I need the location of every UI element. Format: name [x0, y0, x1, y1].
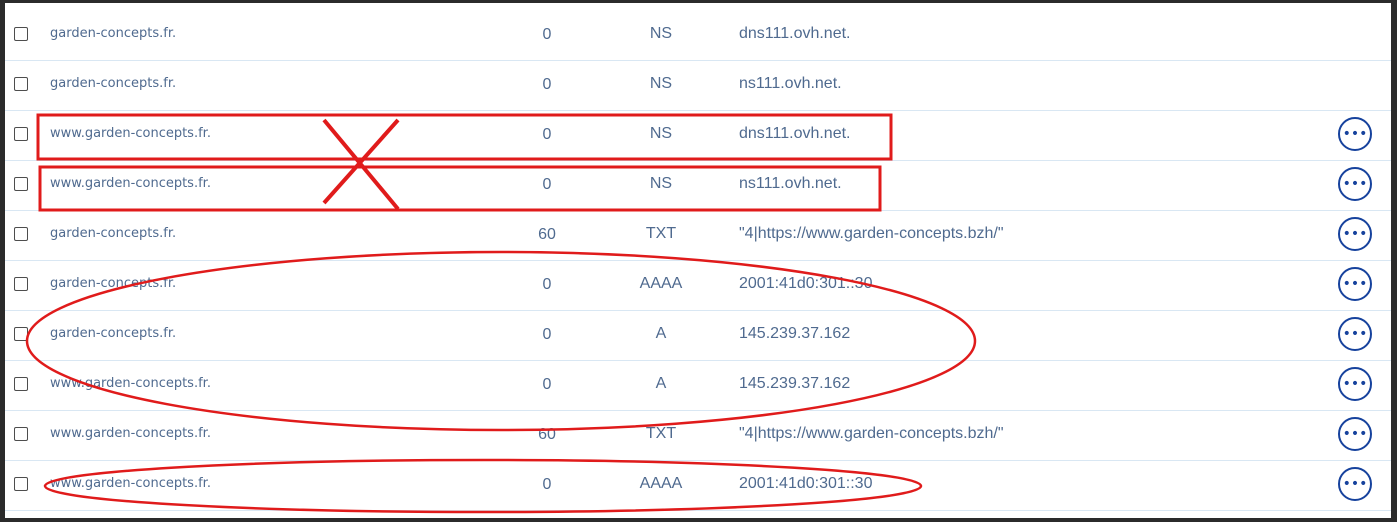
- record-target: dns111.ovh.net.: [739, 25, 851, 42]
- record-actions-button[interactable]: •••: [1338, 417, 1372, 451]
- record-domain: www.garden-concepts.fr.: [50, 176, 211, 191]
- record-type: NS: [649, 75, 673, 92]
- table-row: www.garden-concepts.fr. 60 TXT "4|https:…: [5, 411, 1391, 461]
- table-row: www.garden-concepts.fr. 0 NS dns111.ovh.…: [5, 111, 1391, 161]
- row-checkbox[interactable]: [14, 377, 28, 391]
- record-domain: garden-concepts.fr.: [50, 326, 177, 341]
- record-actions-button[interactable]: •••: [1338, 367, 1372, 401]
- row-checkbox[interactable]: [14, 477, 28, 491]
- record-type: A: [655, 325, 667, 342]
- record-type: A: [655, 375, 667, 392]
- record-target: 2001:41d0:301::30: [739, 275, 873, 292]
- record-actions-button[interactable]: •••: [1338, 167, 1372, 201]
- row-checkbox[interactable]: [14, 127, 28, 141]
- record-actions-button[interactable]: •••: [1338, 217, 1372, 251]
- record-ttl: 0: [542, 176, 552, 193]
- record-ttl: 60: [538, 426, 556, 443]
- record-type: NS: [649, 25, 673, 42]
- record-domain: garden-concepts.fr.: [50, 26, 177, 41]
- record-target: 145.239.37.162: [739, 375, 851, 392]
- record-domain: www.garden-concepts.fr.: [50, 426, 211, 441]
- row-checkbox[interactable]: [14, 27, 28, 41]
- table-row: www.garden-concepts.fr. 0 AAAA 2001:41d0…: [5, 461, 1391, 511]
- record-type: TXT: [645, 425, 677, 442]
- record-domain: garden-concepts.fr.: [50, 76, 177, 91]
- row-checkbox[interactable]: [14, 227, 28, 241]
- record-ttl: 60: [538, 226, 556, 243]
- record-actions-button[interactable]: •••: [1338, 467, 1372, 501]
- more-horizontal-icon: •••: [1342, 326, 1368, 342]
- record-type: AAAA: [639, 475, 683, 492]
- record-type: AAAA: [639, 275, 683, 292]
- row-checkbox[interactable]: [14, 177, 28, 191]
- more-horizontal-icon: •••: [1342, 276, 1368, 292]
- record-actions-button[interactable]: •••: [1338, 117, 1372, 151]
- record-ttl: 0: [542, 76, 552, 93]
- record-target: ns111.ovh.net.: [739, 175, 842, 192]
- table-row: garden-concepts.fr. 0 AAAA 2001:41d0:301…: [5, 261, 1391, 311]
- record-type: TXT: [645, 225, 677, 242]
- table-row: garden-concepts.fr. 0 A 145.239.37.162 •…: [5, 311, 1391, 361]
- record-target: ns111.ovh.net.: [739, 75, 842, 92]
- row-checkbox[interactable]: [14, 277, 28, 291]
- table-row: www.garden-concepts.fr. 0 A 145.239.37.1…: [5, 361, 1391, 411]
- record-domain: garden-concepts.fr.: [50, 276, 177, 291]
- row-checkbox[interactable]: [14, 77, 28, 91]
- more-horizontal-icon: •••: [1342, 426, 1368, 442]
- record-target: 145.239.37.162: [739, 325, 851, 342]
- record-domain: www.garden-concepts.fr.: [50, 126, 211, 141]
- record-target: "4|https://www.garden-concepts.bzh/": [739, 425, 1004, 442]
- more-horizontal-icon: •••: [1342, 376, 1368, 392]
- more-horizontal-icon: •••: [1342, 176, 1368, 192]
- table-row: garden-concepts.fr. 0 NS dns111.ovh.net.: [5, 11, 1391, 61]
- record-ttl: 0: [542, 276, 552, 293]
- more-horizontal-icon: •••: [1342, 126, 1368, 142]
- record-domain: www.garden-concepts.fr.: [50, 476, 211, 491]
- dns-records-table: garden-concepts.fr. 0 NS dns111.ovh.net.…: [5, 11, 1391, 511]
- record-ttl: 0: [542, 326, 552, 343]
- record-ttl: 0: [542, 26, 552, 43]
- row-checkbox[interactable]: [14, 427, 28, 441]
- record-target: 2001:41d0:301::30: [739, 475, 873, 492]
- record-actions-button[interactable]: •••: [1338, 317, 1372, 351]
- table-row: garden-concepts.fr. 60 TXT "4|https://ww…: [5, 211, 1391, 261]
- table-row: www.garden-concepts.fr. 0 NS ns111.ovh.n…: [5, 161, 1391, 211]
- record-ttl: 0: [542, 476, 552, 493]
- more-horizontal-icon: •••: [1342, 226, 1368, 242]
- more-horizontal-icon: •••: [1342, 476, 1368, 492]
- record-domain: garden-concepts.fr.: [50, 226, 177, 241]
- row-checkbox[interactable]: [14, 327, 28, 341]
- record-target: "4|https://www.garden-concepts.bzh/": [739, 225, 1004, 242]
- dns-records-panel: garden-concepts.fr. 0 NS dns111.ovh.net.…: [5, 3, 1391, 518]
- record-ttl: 0: [542, 126, 552, 143]
- record-type: NS: [649, 175, 673, 192]
- record-ttl: 0: [542, 376, 552, 393]
- record-domain: www.garden-concepts.fr.: [50, 376, 211, 391]
- record-type: NS: [649, 125, 673, 142]
- table-row: garden-concepts.fr. 0 NS ns111.ovh.net.: [5, 61, 1391, 111]
- record-target: dns111.ovh.net.: [739, 125, 851, 142]
- record-actions-button[interactable]: •••: [1338, 267, 1372, 301]
